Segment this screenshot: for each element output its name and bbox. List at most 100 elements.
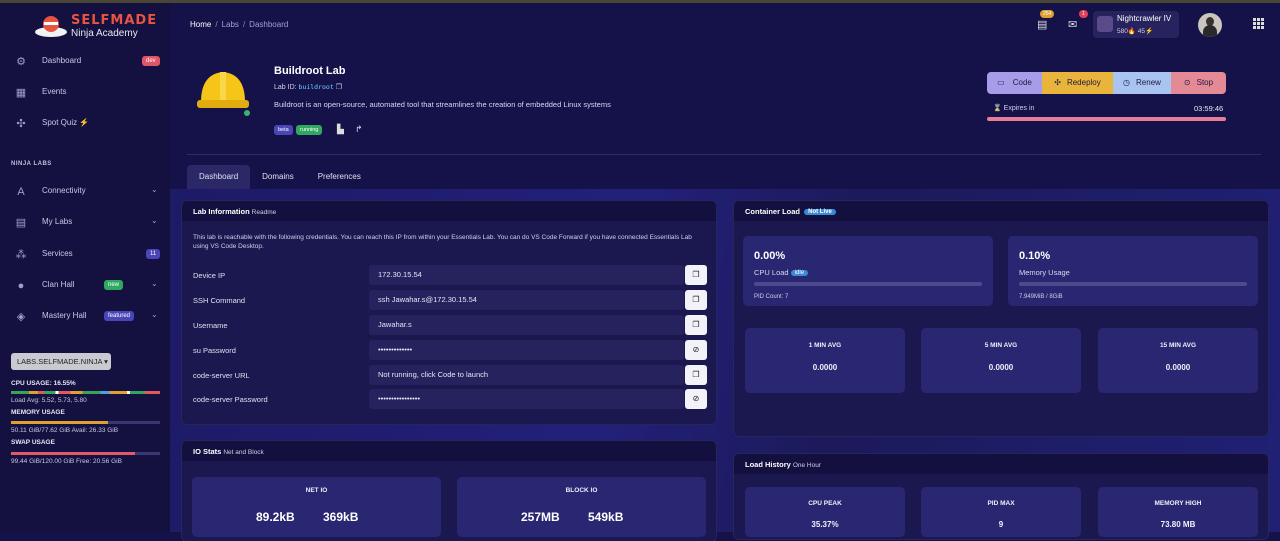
card-title: Load History <box>745 460 791 469</box>
chevron-down-icon: ⌄ <box>151 185 158 194</box>
sidebar-item-services[interactable]: ⁂ Services 11 <box>0 241 170 269</box>
block-io-card: BLOCK IO 257MB 549kB <box>457 477 706 537</box>
sidebar-item-label: Services <box>42 249 73 258</box>
sidebar-item-spot-quiz[interactable]: ✣ Spot Quiz ⚡ <box>0 110 170 138</box>
share-icon[interactable]: ↱ <box>355 124 363 135</box>
code-server-password-field[interactable]: •••••••••••••••• <box>369 389 684 409</box>
running-tag: running <box>296 125 323 135</box>
swap-usage-label: SWAP USAGE <box>11 439 55 446</box>
code-icon: ▭ <box>997 78 1005 87</box>
redeploy-button[interactable]: ✣ Redeploy <box>1042 72 1113 94</box>
tab-bar: Dashboard Domains Preferences <box>187 165 373 189</box>
notifications-icon[interactable]: ▤ <box>1037 18 1047 31</box>
mail-icon[interactable]: ✉ <box>1068 18 1077 31</box>
services-count-badge: 11 <box>146 249 161 259</box>
shield-icon: ◈ <box>16 311 26 323</box>
clock-icon: ◷ <box>1123 78 1131 87</box>
sidebar-item-dashboard[interactable]: ⚙ Dashboard dev <box>0 48 170 76</box>
stop-button[interactable]: ⊙ Stop <box>1171 72 1226 94</box>
card-subtitle: Net and Block <box>223 449 264 456</box>
code-server-url-field[interactable]: Not running, click Code to launch <box>369 365 684 385</box>
tab-dashboard[interactable]: Dashboard <box>187 165 251 189</box>
copy-icon[interactable]: ❐ <box>685 265 707 285</box>
sidebar-item-events[interactable]: ▦ Events <box>0 79 170 107</box>
antenna-icon: A <box>17 186 25 198</box>
device-ip-label: Device IP <box>193 271 226 280</box>
copy-icon[interactable]: ❐ <box>685 365 707 385</box>
eye-off-icon[interactable]: ⊘ <box>685 340 707 360</box>
swap-detail: 99.44 GiB/120.00 GiB Free: 20.56 GiB <box>11 458 122 465</box>
memory-usage-label: MEMORY USAGE <box>11 409 65 416</box>
readme-link[interactable]: Readme <box>252 209 277 216</box>
card-subtitle: One Hour <box>792 462 822 469</box>
document-icon[interactable]: ▙ <box>337 124 344 135</box>
copy-icon[interactable]: ❐ <box>685 315 707 335</box>
username-field[interactable]: Jawahar.s <box>369 315 684 335</box>
eye-off-icon[interactable]: ⊘ <box>685 389 707 409</box>
sidebar: SELFMADE Ninja Academy ⚙ Dashboard dev ▦… <box>0 3 170 532</box>
code-button[interactable]: ▭ Code <box>987 72 1042 94</box>
network-icon: ⁂ <box>15 249 27 261</box>
username-label: Username <box>193 321 228 330</box>
avg-1min-card: 1 MIN AVG 0.0000 <box>745 328 905 393</box>
ssh-command-field[interactable]: ssh Jawahar.s@172.30.15.54 <box>369 290 684 310</box>
brand-logo[interactable]: SELFMADE Ninja Academy <box>33 11 163 41</box>
sidebar-item-label: Clan Hall <box>42 280 75 289</box>
copy-icon[interactable]: ❐ <box>336 84 342 91</box>
dev-badge: dev <box>142 56 160 66</box>
tab-preferences[interactable]: Preferences <box>306 165 373 189</box>
lab-information-card: Lab Information Readme This lab is reacha… <box>182 201 716 424</box>
breadcrumb-labs[interactable]: Labs <box>222 20 239 29</box>
expiry-progress <box>987 117 1226 121</box>
mail-count: 1 <box>1079 10 1088 18</box>
ssh-command-label: SSH Command <box>193 296 246 305</box>
sidebar-item-my-labs[interactable]: ▤ My Labs ⌄ <box>0 209 170 237</box>
redeploy-icon: ✣ <box>1054 78 1061 87</box>
sidebar-item-clan-hall[interactable]: ● Clan Hall new ⌄ <box>0 272 170 300</box>
user-card[interactable]: Nightcrawler IV 580🔥 45⚡ <box>1093 11 1179 38</box>
card-title: IO Stats <box>193 447 222 456</box>
chevron-down-icon: ⌄ <box>151 216 158 225</box>
history-value: 73.80 MB <box>1160 520 1196 529</box>
avg-15min-card: 15 MIN AVG 0.0000 <box>1098 328 1258 393</box>
code-server-password-label: code-server Password <box>193 395 268 404</box>
sidebar-item-label: Dashboard <box>42 56 82 65</box>
sidebar-item-label: Mastery Hall <box>42 311 87 320</box>
history-label: MEMORY HIGH <box>1154 500 1202 507</box>
labs-icon: ▤ <box>15 217 27 229</box>
tab-domains[interactable]: Domains <box>250 165 306 189</box>
copy-icon[interactable]: ❐ <box>685 290 707 310</box>
pid-max-card: PID MAX 9 <box>921 487 1081 537</box>
not-live-badge: Not Live <box>804 209 836 215</box>
divider <box>187 154 1261 155</box>
history-value: 9 <box>998 520 1004 529</box>
ninja-logo-icon <box>35 16 67 37</box>
featured-badge: featured <box>104 311 135 321</box>
avg-value: 0.0000 <box>1165 363 1191 372</box>
calendar-icon: ▦ <box>15 87 27 99</box>
avg-label: 15 MIN AVG <box>1159 342 1197 349</box>
profile-avatar[interactable] <box>1198 13 1222 37</box>
block-io-out: 549kB <box>588 510 624 524</box>
lab-actions: ▭ Code ✣ Redeploy ◷ Renew ⊙ Stop <box>987 72 1226 94</box>
su-password-field[interactable]: ••••••••••••• <box>369 340 684 360</box>
lab-title: Buildroot Lab <box>274 65 346 77</box>
cpu-load-bar <box>754 282 982 286</box>
device-ip-field[interactable]: 172.30.15.54 <box>369 265 684 285</box>
renew-button[interactable]: ◷ Renew <box>1113 72 1171 94</box>
cpu-load-label: CPU Load <box>754 268 789 277</box>
net-io-card: NET IO 89.2kB 369kB <box>192 477 441 537</box>
user-icon: ● <box>17 280 25 292</box>
apps-grid-icon[interactable] <box>1253 18 1264 29</box>
new-badge: new <box>104 280 124 290</box>
avg-value: 0.0000 <box>988 363 1014 372</box>
stop-icon: ⊙ <box>1183 78 1191 87</box>
history-label: CPU PEAK <box>808 500 842 507</box>
labs-server-dropdown[interactable]: LABS.SELFMADE.NINJA ▾ <box>11 353 111 370</box>
memory-usage-value: 0.10% <box>1019 250 1051 262</box>
memory-usage-track <box>1019 282 1247 286</box>
sidebar-item-mastery-hall[interactable]: ◈ Mastery Hall featured ⌄ <box>0 303 170 331</box>
memory-usage-detail: 7.949MiB / 8GiB <box>1019 294 1063 300</box>
breadcrumb-home[interactable]: Home <box>190 20 211 29</box>
sidebar-item-connectivity[interactable]: A Connectivity ⌄ <box>0 178 170 206</box>
